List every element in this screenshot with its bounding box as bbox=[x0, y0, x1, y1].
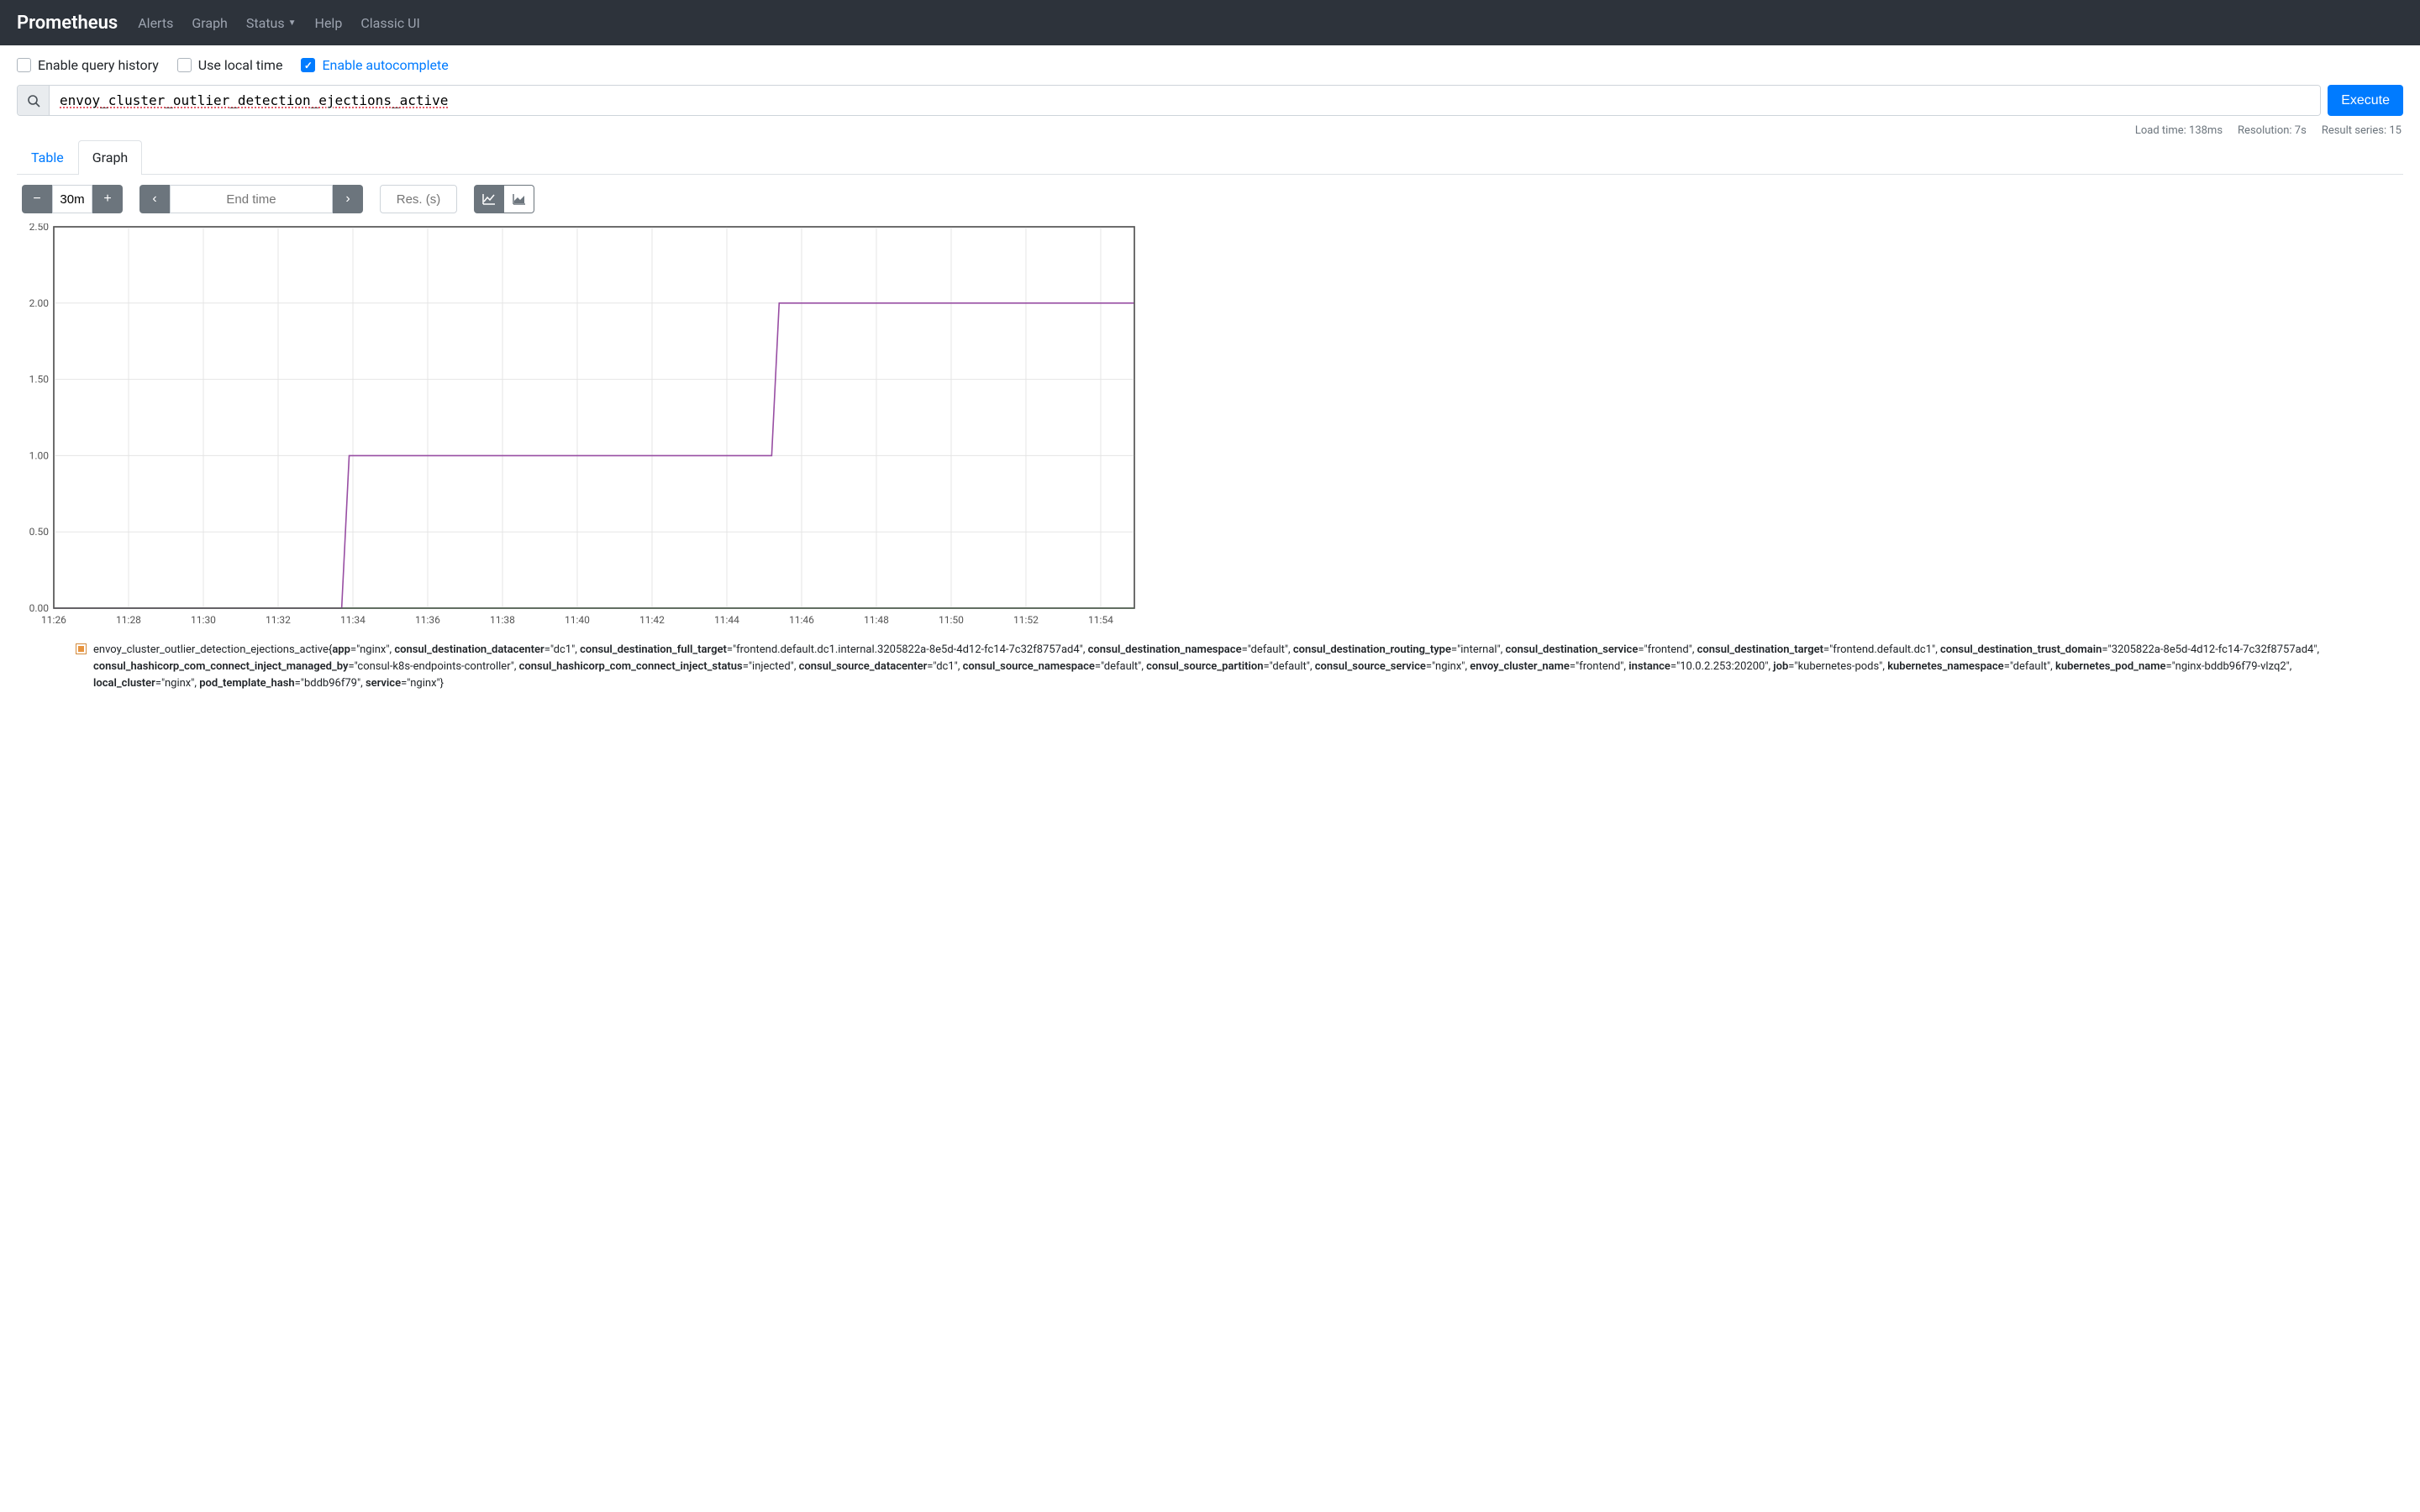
query-row: Execute bbox=[0, 85, 2420, 124]
svg-text:2.50: 2.50 bbox=[29, 223, 50, 233]
svg-text:11:52: 11:52 bbox=[1013, 614, 1039, 626]
nav-links: Alerts Graph Status▼ Help Classic UI bbox=[138, 15, 420, 31]
time-prev-button[interactable]: ‹ bbox=[139, 185, 170, 213]
svg-text:11:30: 11:30 bbox=[191, 614, 216, 626]
chevron-down-icon: ▼ bbox=[288, 18, 297, 28]
tabs: Table Graph bbox=[17, 140, 2403, 175]
svg-text:11:28: 11:28 bbox=[116, 614, 141, 626]
range-increase-button[interactable]: + bbox=[92, 185, 123, 213]
svg-text:0.00: 0.00 bbox=[29, 602, 50, 614]
svg-text:11:40: 11:40 bbox=[565, 614, 590, 626]
svg-text:11:44: 11:44 bbox=[714, 614, 739, 626]
svg-text:11:36: 11:36 bbox=[415, 614, 440, 626]
result-series: Result series: 15 bbox=[2322, 124, 2402, 137]
range-decrease-button[interactable]: − bbox=[22, 185, 52, 213]
use-local-time-checkbox[interactable]: Use local time bbox=[177, 57, 283, 73]
brand[interactable]: Prometheus bbox=[17, 13, 118, 34]
area-chart-icon[interactable] bbox=[504, 185, 534, 213]
time-next-button[interactable]: › bbox=[333, 185, 363, 213]
search-icon[interactable] bbox=[18, 86, 50, 115]
execute-button[interactable]: Execute bbox=[2328, 85, 2403, 116]
svg-text:11:54: 11:54 bbox=[1088, 614, 1113, 626]
tab-table[interactable]: Table bbox=[17, 140, 78, 174]
range-group: − + bbox=[22, 185, 123, 213]
svg-text:11:34: 11:34 bbox=[340, 614, 366, 626]
svg-text:11:48: 11:48 bbox=[864, 614, 889, 626]
svg-text:11:32: 11:32 bbox=[266, 614, 291, 626]
nav-status[interactable]: Status▼ bbox=[246, 15, 297, 31]
chart-mode-toggle bbox=[474, 185, 534, 213]
enable-autocomplete-checkbox[interactable]: Enable autocomplete bbox=[301, 57, 448, 73]
legend-series-label[interactable]: envoy_cluster_outlier_detection_ejection… bbox=[93, 642, 2344, 692]
legend-swatch-icon bbox=[76, 643, 87, 654]
checkbox-icon bbox=[17, 58, 31, 72]
nav-classic-ui[interactable]: Classic UI bbox=[360, 15, 419, 31]
svg-text:11:50: 11:50 bbox=[939, 614, 964, 626]
svg-text:11:38: 11:38 bbox=[490, 614, 515, 626]
legend: envoy_cluster_outlier_detection_ejection… bbox=[0, 627, 2420, 709]
line-chart-icon[interactable] bbox=[474, 185, 504, 213]
checkbox-icon bbox=[177, 58, 192, 72]
nav-help[interactable]: Help bbox=[315, 15, 343, 31]
range-input[interactable] bbox=[52, 185, 92, 213]
resolution-input[interactable] bbox=[380, 185, 457, 213]
nav-alerts[interactable]: Alerts bbox=[138, 15, 173, 31]
navbar: Prometheus Alerts Graph Status▼ Help Cla… bbox=[0, 0, 2420, 45]
load-time: Load time: 138ms bbox=[2135, 124, 2223, 137]
svg-text:0.50: 0.50 bbox=[29, 526, 50, 538]
enable-history-checkbox[interactable]: Enable query history bbox=[17, 57, 159, 73]
endtime-group: ‹ › bbox=[139, 185, 363, 213]
svg-text:11:42: 11:42 bbox=[639, 614, 665, 626]
stats-row: Load time: 138ms Resolution: 7s Result s… bbox=[0, 124, 2420, 140]
svg-text:2.00: 2.00 bbox=[29, 297, 50, 309]
checkbox-checked-icon bbox=[301, 58, 315, 72]
endtime-input[interactable] bbox=[170, 185, 333, 213]
svg-text:1.50: 1.50 bbox=[29, 374, 50, 386]
query-input[interactable] bbox=[50, 86, 2320, 115]
query-input-wrap bbox=[17, 85, 2321, 116]
options-bar: Enable query history Use local time Enab… bbox=[0, 45, 2420, 85]
chart[interactable]: 11:26 11:28 11:30 11:32 11:34 11:36 11:38 11:40… bbox=[22, 223, 2398, 627]
resolution: Resolution: 7s bbox=[2238, 124, 2307, 137]
svg-text:11:26: 11:26 bbox=[41, 614, 66, 626]
svg-text:1.00: 1.00 bbox=[29, 449, 50, 461]
svg-text:11:46: 11:46 bbox=[789, 614, 814, 626]
nav-graph[interactable]: Graph bbox=[192, 15, 228, 31]
graph-controls: − + ‹ › bbox=[0, 175, 2420, 223]
tab-graph[interactable]: Graph bbox=[78, 140, 143, 175]
